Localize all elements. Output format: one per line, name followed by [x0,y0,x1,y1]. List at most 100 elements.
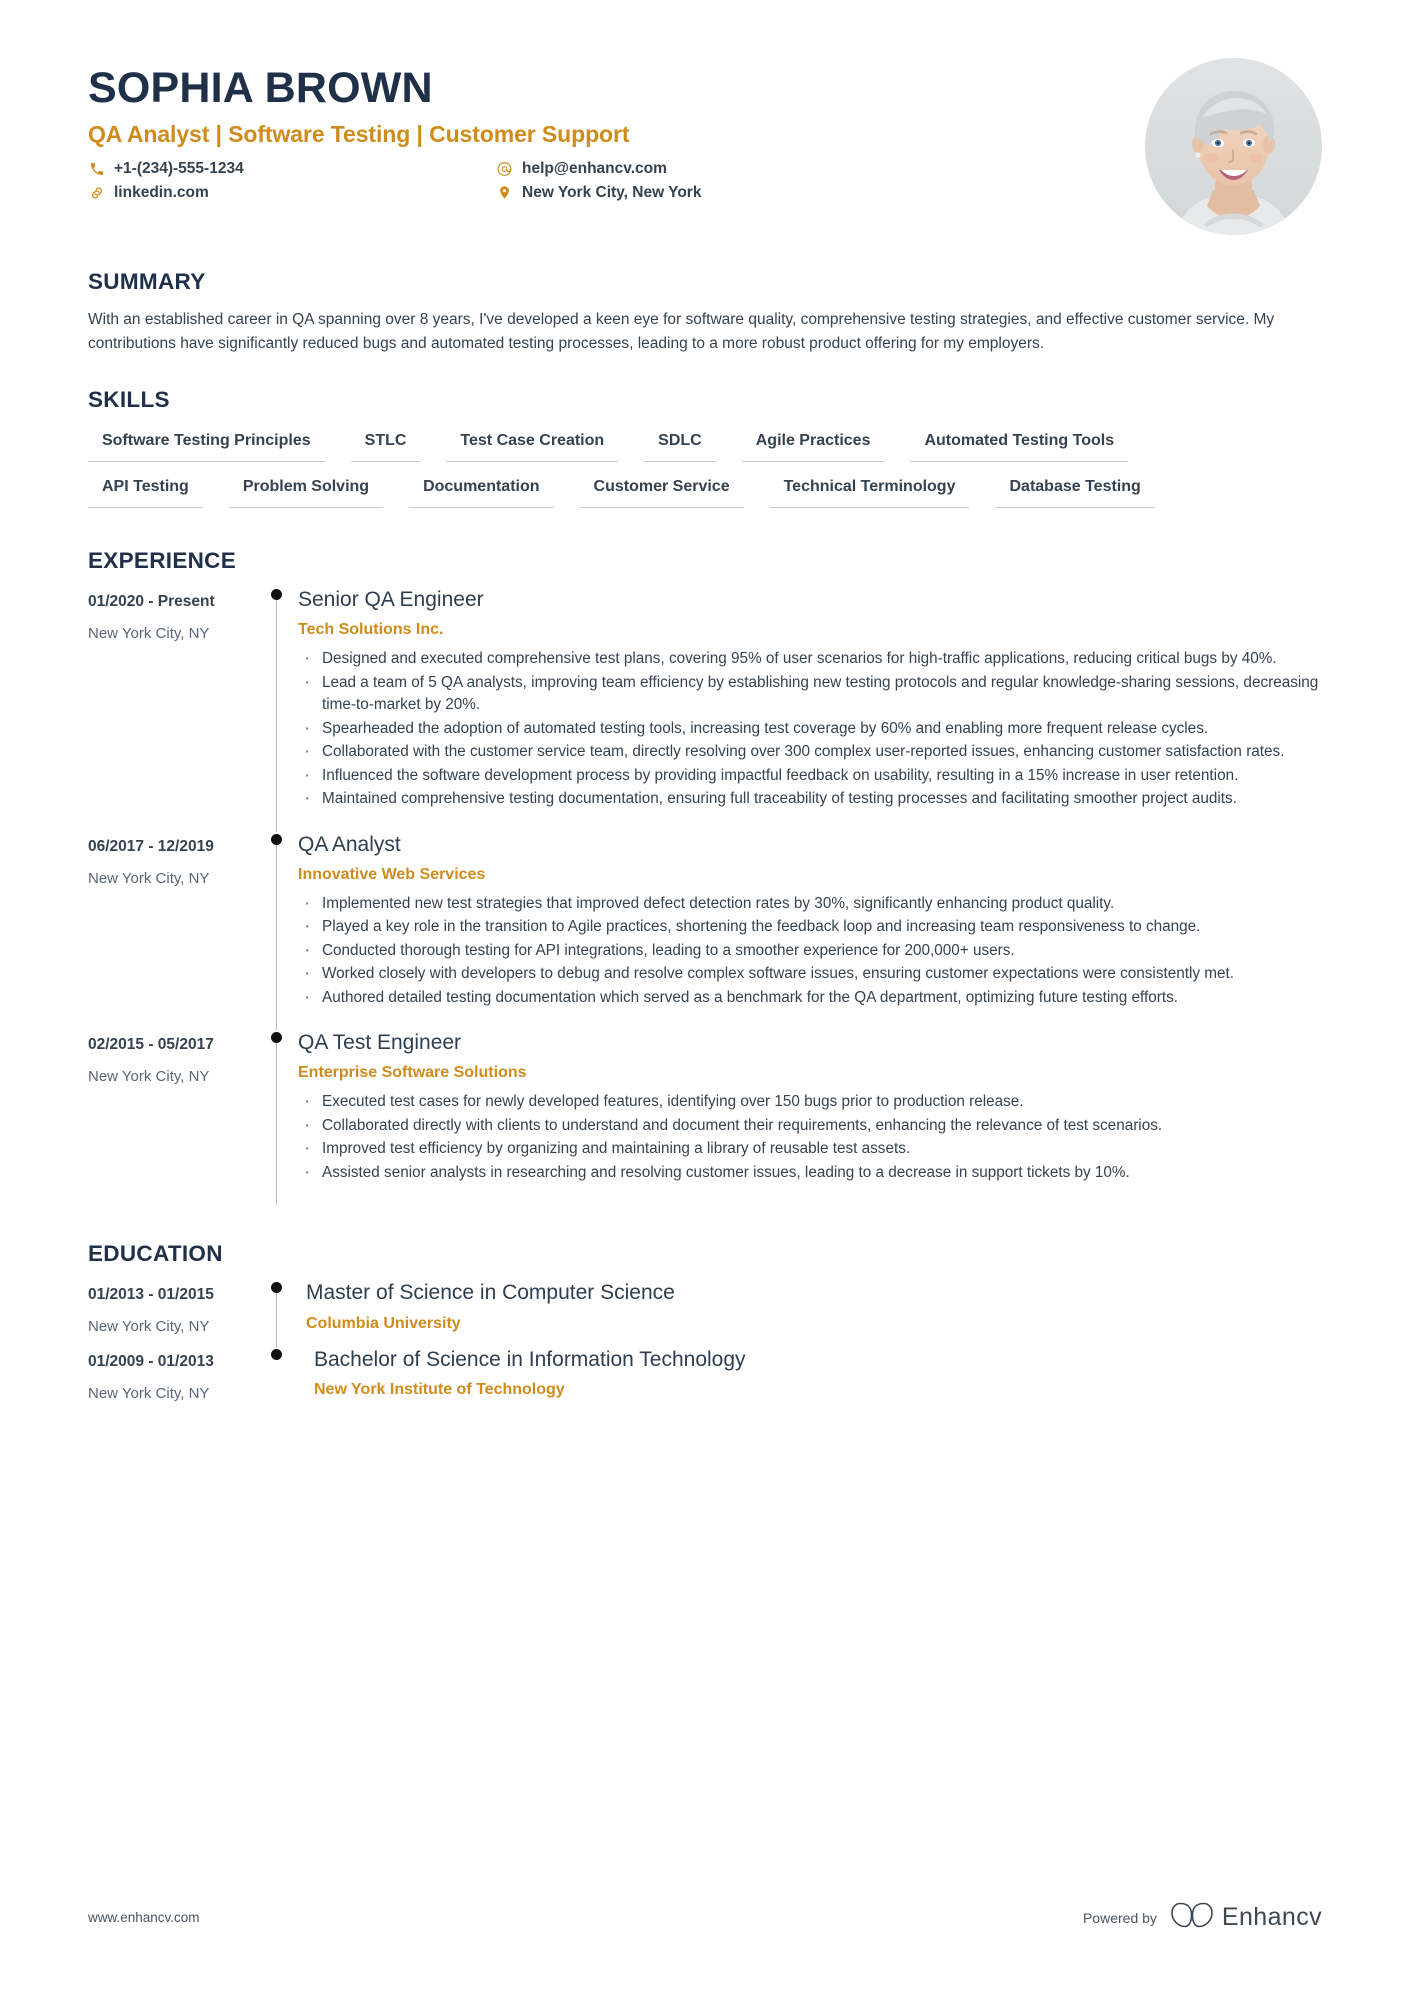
entry-organization: Columbia University [306,1314,461,1332]
enhancv-logo-icon [1171,1902,1213,1933]
contact-linkedin[interactable]: linkedin.com [88,184,496,202]
bullet-item: Played a key role in the transition to A… [298,914,1322,941]
skill-chip: Documentation [409,472,554,509]
bullet-item: Spearheaded the adoption of automated te… [298,716,1322,743]
skills-section: SKILLS Software Testing Principles STLC … [88,387,1322,509]
timeline-dot [271,589,282,601]
experience-entry: 06/2017 - 12/2019 New York City, NY QA A… [88,832,1322,1031]
education-entry: 01/2009 - 01/2013 New York City, NY Bach… [88,1347,1322,1413]
entry-title: Senior QA Engineer [298,588,484,612]
bullet-item: Worked closely with developers to debug … [298,961,1322,988]
entry-date: 06/2017 - 12/2019 [88,837,214,855]
skill-chip: Technical Terminology [769,472,970,509]
experience-entry: 02/2015 - 05/2017 New York City, NY QA T… [88,1030,1322,1206]
entry-title: QA Analyst [298,832,401,856]
footer-branding: Powered by Enhancv [1083,1902,1322,1933]
bullet-item: Assisted senior analysts in researching … [298,1160,1322,1187]
email-icon [496,161,513,178]
education-heading: EDUCATION [88,1241,223,1267]
timeline-rail [262,1347,296,1413]
timeline-rail [262,1280,296,1347]
entry-location: New York City, NY [88,1318,210,1336]
entry-location: New York City, NY [88,625,210,643]
entry-organization: Tech Solutions Inc. [298,621,444,639]
skill-chip: Agile Practices [741,426,885,463]
skill-chip: Test Case Creation [446,426,619,463]
bullet-item: Improved test efficiency by organizing a… [298,1136,1322,1163]
skill-chip: Customer Service [579,472,744,509]
timeline-rail [262,587,296,832]
enhancv-brand: Enhancv [1171,1902,1322,1933]
skill-chip: SDLC [644,426,716,463]
summary-heading: SUMMARY [88,269,206,294]
contact-grid: +1-(234)-555-1234 linkedin.com help@enha… [88,160,1145,202]
bullet-item: Executed test cases for newly developed … [298,1089,1322,1116]
skills-row: Software Testing Principles STLC Test Ca… [88,426,1322,463]
page-title: SOPHIA BROWN [88,64,433,112]
skill-chip: Software Testing Principles [88,426,325,463]
bullet-item: Influenced the software development proc… [298,763,1322,790]
page-footer: www.enhancv.com Powered by Enhancv [88,1902,1322,1933]
bullet-item: Lead a team of 5 QA analysts, improving … [298,670,1322,717]
contact-column-left: +1-(234)-555-1234 linkedin.com [88,160,496,202]
entry-location: New York City, NY [88,869,210,887]
skills-row: API Testing Problem Solving Documentatio… [88,472,1322,509]
header-text-block: SOPHIA BROWN QA Analyst | Software Testi… [88,58,1145,202]
contact-location: New York City, New York [496,184,701,202]
entry-body: QA Analyst Innovative Web Services Imple… [296,832,1322,1031]
bullet-item: Conducted thorough testing for API integ… [298,938,1322,965]
entry-meta: 01/2009 - 01/2013 New York City, NY [88,1347,262,1413]
experience-section: EXPERIENCE 01/2020 - Present New York Ci… [88,548,1322,1206]
bullet-item: Implemented new test strategies that imp… [298,891,1322,918]
entry-meta: 01/2013 - 01/2015 New York City, NY [88,1280,262,1346]
contact-column-right: help@enhancv.com New York City, New York [496,160,701,202]
timeline-dot [271,1282,282,1294]
footer-url[interactable]: www.enhancv.com [88,1910,200,1925]
entry-location: New York City, NY [88,1384,210,1402]
entry-title: Bachelor of Science in Information Techn… [314,1347,746,1371]
avatar [1145,58,1322,235]
entry-bullets: Designed and executed comprehensive test… [298,646,1322,813]
bullet-item: Designed and executed comprehensive test… [298,646,1322,673]
timeline-dot [271,1032,282,1044]
entry-meta: 02/2015 - 05/2017 New York City, NY [88,1030,262,1205]
entry-location: New York City, NY [88,1068,210,1086]
timeline-rail [262,832,296,1031]
powered-by-label: Powered by [1082,1909,1157,1926]
contact-phone[interactable]: +1-(234)-555-1234 [88,160,496,178]
contact-phone-value: +1-(234)-555-1234 [114,160,244,178]
entry-organization: New York Institute of Technology [314,1380,565,1398]
entry-meta: 01/2020 - Present New York City, NY [88,587,262,832]
skill-chip: Automated Testing Tools [910,426,1129,463]
entry-organization: Innovative Web Services [298,865,486,883]
entry-bullets: Implemented new test strategies that imp… [298,891,1322,1012]
entry-date: 02/2015 - 05/2017 [88,1036,214,1054]
brand-name: Enhancv [1221,1903,1322,1931]
bullet-item: Collaborated directly with clients to un… [298,1113,1322,1140]
summary-text: With an established career in QA spannin… [88,311,1275,352]
timeline-line [276,839,278,1031]
timeline-line [276,595,278,832]
timeline-line [276,1288,278,1347]
contact-email-value: help@enhancv.com [522,160,667,178]
skill-chip: Problem Solving [228,472,384,509]
skill-chip: STLC [350,426,421,463]
education-section: EDUCATION 01/2013 - 01/2015 New York Cit… [88,1241,1322,1412]
entry-body: Master of Science in Computer Science Co… [296,1280,1322,1346]
entry-bullets: Executed test cases for newly developed … [298,1089,1322,1187]
entry-date: 01/2020 - Present [88,593,215,611]
timeline-rail [262,1030,296,1206]
bullet-item: Collaborated with the customer service t… [298,739,1322,766]
entry-title: QA Test Engineer [298,1031,462,1055]
education-entry: 01/2013 - 01/2015 New York City, NY Mast… [88,1280,1322,1347]
contact-email[interactable]: help@enhancv.com [496,160,701,178]
entry-body: QA Test Engineer Enterprise Software Sol… [296,1030,1322,1205]
entry-date: 01/2009 - 01/2013 [88,1352,214,1370]
entry-organization: Enterprise Software Solutions [298,1064,527,1082]
resume-page: SOPHIA BROWN QA Analyst | Software Testi… [0,0,1410,1995]
summary-section: SUMMARY With an established career in QA… [88,269,1322,355]
entry-date: 01/2013 - 01/2015 [88,1286,214,1304]
skills-heading: SKILLS [88,387,170,413]
timeline-dot [271,1348,282,1360]
skills-list: Software Testing Principles STLC Test Ca… [88,426,1322,509]
